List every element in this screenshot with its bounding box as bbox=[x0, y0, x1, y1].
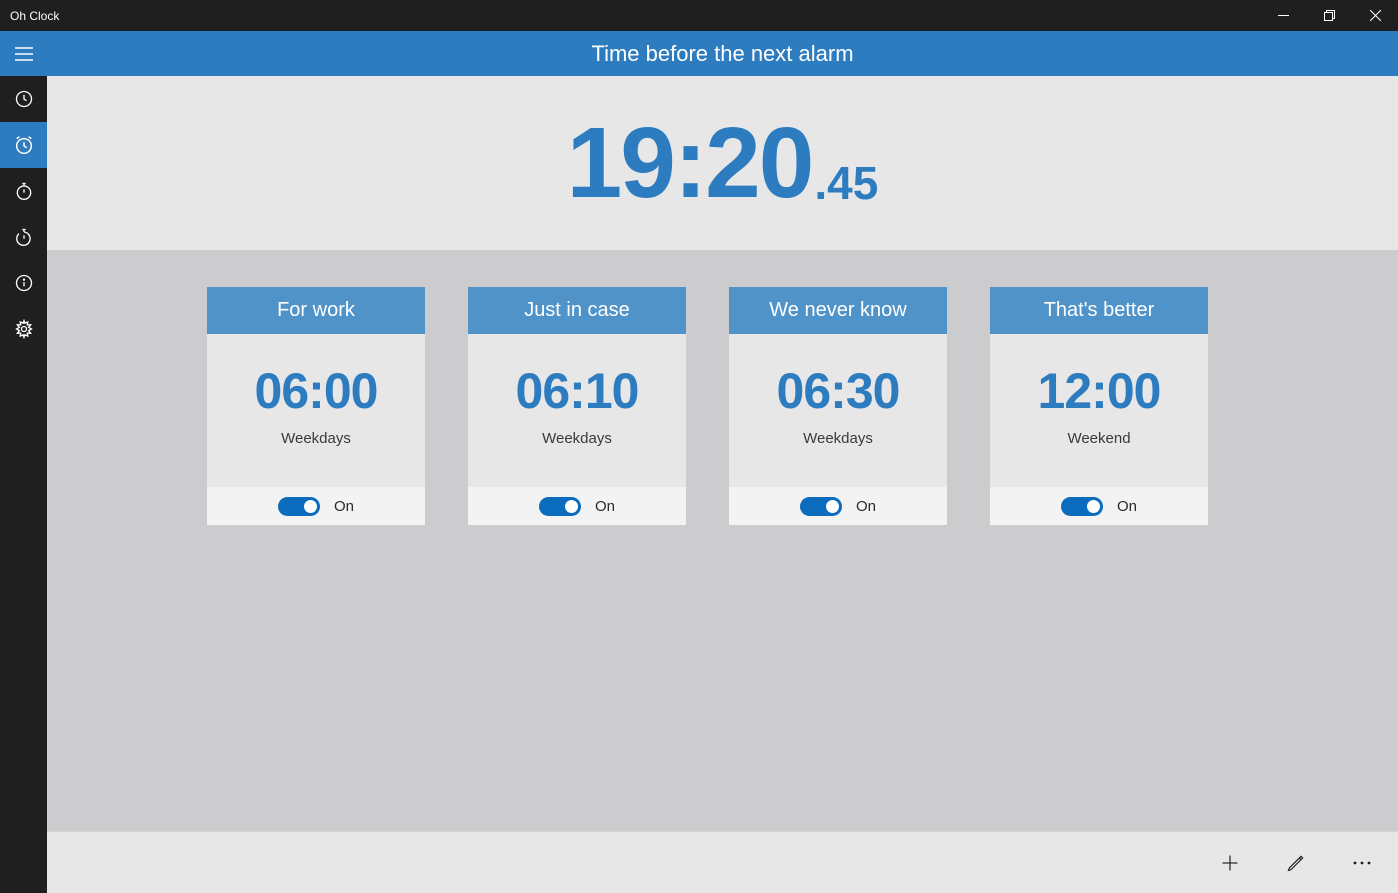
gear-icon bbox=[14, 319, 34, 339]
info-icon bbox=[14, 273, 34, 293]
window-title: Oh Clock bbox=[10, 9, 1260, 23]
alarm-days: Weekend bbox=[1067, 430, 1130, 447]
toggle-knob bbox=[565, 500, 578, 513]
stopwatch-icon bbox=[14, 181, 34, 201]
sidebar-item-settings[interactable] bbox=[0, 306, 47, 352]
alarm-toggle[interactable] bbox=[278, 497, 320, 516]
hamburger-icon bbox=[15, 47, 33, 61]
command-bar bbox=[47, 831, 1398, 893]
toggle-knob bbox=[1087, 500, 1100, 513]
sidebar bbox=[0, 31, 47, 893]
sidebar-item-clock[interactable] bbox=[0, 76, 47, 122]
sidebar-item-info[interactable] bbox=[0, 260, 47, 306]
alarm-card[interactable]: We never know 06:30 Weekdays On bbox=[729, 287, 947, 525]
alarm-time: 06:30 bbox=[777, 362, 900, 420]
alarm-title: For work bbox=[277, 299, 355, 322]
pencil-icon bbox=[1286, 853, 1306, 873]
alarm-time: 06:00 bbox=[255, 362, 378, 420]
alarm-toggle-label: On bbox=[1117, 498, 1137, 515]
sidebar-item-alarm[interactable] bbox=[0, 122, 47, 168]
alarm-toggle-label: On bbox=[595, 498, 615, 515]
add-alarm-button[interactable] bbox=[1208, 841, 1252, 885]
main-panel: Time before the next alarm 19:20 .45 For… bbox=[47, 31, 1398, 893]
alarm-title: That's better bbox=[1044, 299, 1155, 322]
alarm-clock-icon bbox=[13, 134, 35, 156]
page-header: Time before the next alarm bbox=[47, 31, 1398, 76]
plus-icon bbox=[1220, 853, 1240, 873]
page-header-label: Time before the next alarm bbox=[591, 41, 853, 67]
countdown-seconds: .45 bbox=[814, 156, 878, 210]
clock-icon bbox=[14, 89, 34, 109]
alarm-time: 06:10 bbox=[516, 362, 639, 420]
alarm-card[interactable]: That's better 12:00 Weekend On bbox=[990, 287, 1208, 525]
alarm-toggle[interactable] bbox=[1061, 497, 1103, 516]
ellipsis-icon bbox=[1352, 860, 1372, 866]
alarm-toggle[interactable] bbox=[539, 497, 581, 516]
alarm-title: We never know bbox=[769, 299, 906, 322]
hamburger-menu-button[interactable] bbox=[0, 31, 47, 76]
titlebar: Oh Clock bbox=[0, 0, 1398, 31]
maximize-button[interactable] bbox=[1306, 0, 1352, 31]
alarm-card[interactable]: For work 06:00 Weekdays On bbox=[207, 287, 425, 525]
alarm-days: Weekdays bbox=[542, 430, 612, 447]
sidebar-item-stopwatch[interactable] bbox=[0, 168, 47, 214]
alarm-toggle-label: On bbox=[856, 498, 876, 515]
edit-button[interactable] bbox=[1274, 841, 1318, 885]
countdown-hhmm: 19:20 bbox=[567, 113, 813, 213]
timer-icon bbox=[14, 227, 34, 247]
alarm-toggle[interactable] bbox=[800, 497, 842, 516]
toggle-knob bbox=[304, 500, 317, 513]
alarm-days: Weekdays bbox=[803, 430, 873, 447]
alarm-card[interactable]: Just in case 06:10 Weekdays On bbox=[468, 287, 686, 525]
toggle-knob bbox=[826, 500, 839, 513]
minimize-button[interactable] bbox=[1260, 0, 1306, 31]
more-button[interactable] bbox=[1340, 841, 1384, 885]
alarm-toggle-label: On bbox=[334, 498, 354, 515]
alarms-list: For work 06:00 Weekdays On Just in case … bbox=[47, 250, 1398, 525]
close-button[interactable] bbox=[1352, 0, 1398, 31]
alarm-days: Weekdays bbox=[281, 430, 351, 447]
sidebar-item-timer[interactable] bbox=[0, 214, 47, 260]
alarm-time: 12:00 bbox=[1038, 362, 1161, 420]
countdown-display: 19:20 .45 bbox=[47, 76, 1398, 250]
alarm-title: Just in case bbox=[524, 299, 630, 322]
